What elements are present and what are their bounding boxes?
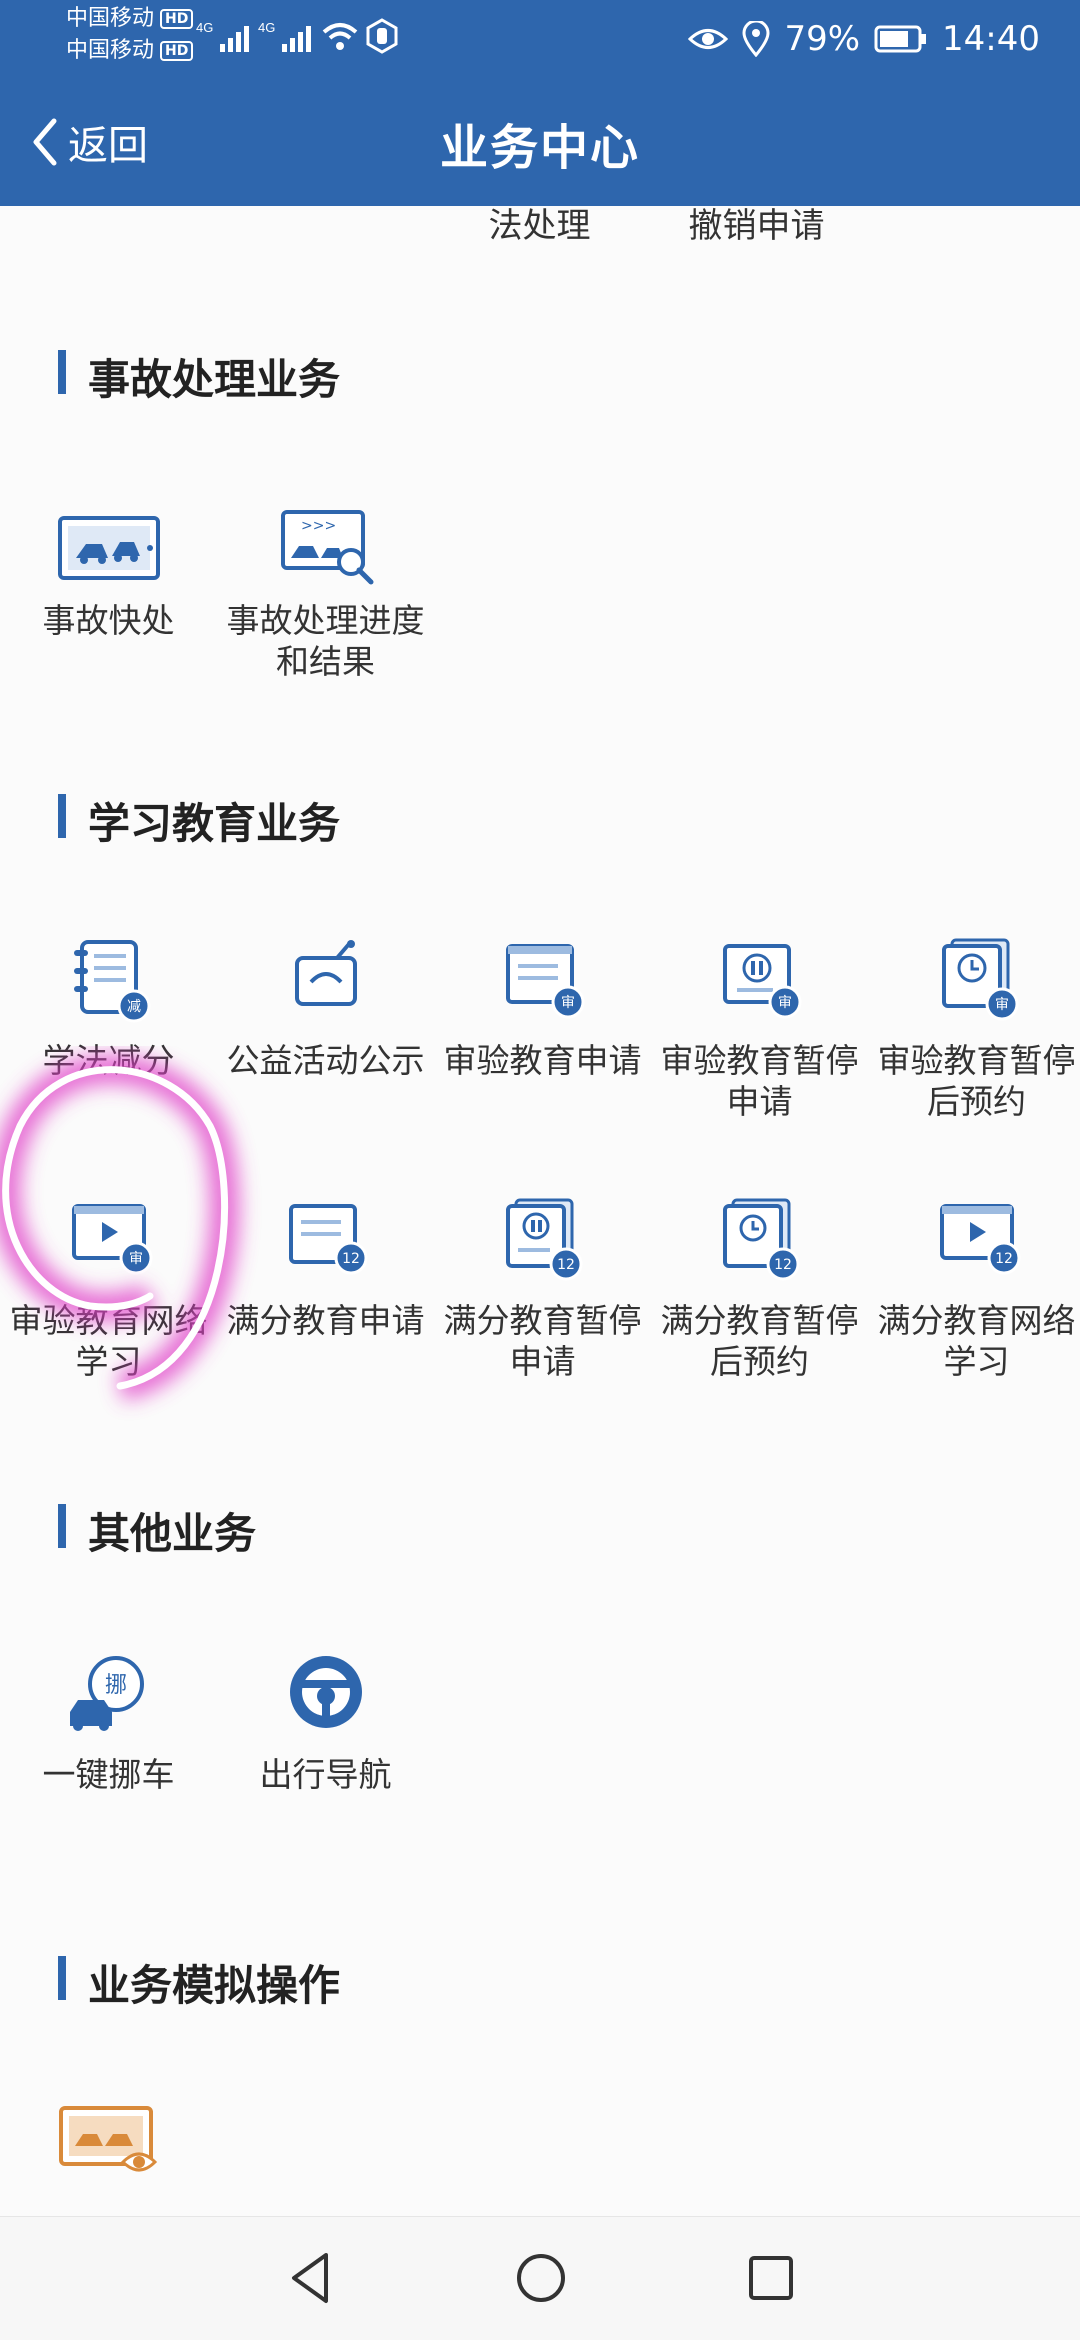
service-item-label: 公益活动公示 <box>226 1041 425 1080</box>
cut-item-label[interactable]: 法处理 <box>431 206 648 247</box>
status-bar: 中国移动 HD 中国移动 HD 4G 4G 79% 14:40 <box>0 0 1080 78</box>
service-item-label: 满分教育申请 <box>226 1301 425 1340</box>
service-item-full-score-pause[interactable]: 12 满分教育暂停申请 <box>434 1196 651 1382</box>
review-edu-pause-icon: 审 <box>722 944 801 1019</box>
public-welfare-icon <box>294 940 357 1006</box>
wifi-icon <box>322 23 358 50</box>
service-item-navigation[interactable]: 出行导航 <box>217 1650 434 1795</box>
clock: 14:40 <box>942 19 1040 59</box>
service-item-full-score-appointment[interactable]: 12 满分教育暂停后预约 <box>651 1196 868 1382</box>
service-item-accident-quick[interactable]: 事故快处 <box>0 506 217 641</box>
service-item-label: 学法减分 <box>42 1041 175 1080</box>
navigation-icon <box>289 1656 362 1728</box>
signal-icon: 4G <box>258 20 311 52</box>
service-item-study-reduce[interactable]: 减 学法减分 <box>0 936 217 1081</box>
study-reduce-icon: 减 <box>73 940 150 1023</box>
service-item-review-edu-appointment[interactable]: 审 审验教育暂停后预约 <box>868 936 1080 1122</box>
service-item-public-welfare[interactable]: 公益活动公示 <box>217 936 434 1081</box>
svg-text:4G: 4G <box>196 20 213 35</box>
service-item-label: 事故快处 <box>42 601 175 640</box>
svg-text:12: 12 <box>774 1257 792 1273</box>
carrier-1: 中国移动 HD <box>66 6 194 32</box>
recents-square-icon[interactable] <box>746 2251 796 2305</box>
svg-text:12: 12 <box>995 1251 1013 1267</box>
svg-text:12: 12 <box>557 1257 575 1273</box>
svg-text:>>>: >>> <box>301 518 336 534</box>
service-item-full-score-online[interactable]: 12 满分教育网络学习 <box>868 1196 1080 1382</box>
battery-icon <box>874 25 927 53</box>
section-title-study: 学习教育业务 <box>58 790 340 851</box>
svg-text:审: 审 <box>778 995 792 1011</box>
service-item-full-score-apply[interactable]: 12 满分教育申请 <box>217 1196 434 1341</box>
svg-text:4G: 4G <box>258 20 275 35</box>
nav-bar: 返回 业务中心 <box>0 78 1080 206</box>
service-item-accident-progress[interactable]: >>> 事故处理进度和结果 <box>217 506 434 682</box>
review-edu-online-icon: 审 <box>71 1204 152 1275</box>
content-scroll[interactable]: 法处理 撤销申请 事故处理业务 事故快处 >>> 事故处理进度和结果 学习教育业… <box>0 206 1080 2216</box>
home-circle-icon[interactable] <box>514 2251 568 2305</box>
svg-text:减: 减 <box>127 999 141 1015</box>
page-title: 业务中心 <box>439 120 640 176</box>
system-nav-bar <box>0 2216 1080 2340</box>
service-item-label: 事故处理进度和结果 <box>226 601 425 681</box>
full-score-online-icon: 12 <box>939 1204 1020 1275</box>
service-item-label: 满分教育网络学习 <box>877 1301 1076 1381</box>
move-car-icon: 挪 <box>69 1656 144 1731</box>
service-item-move-car[interactable]: 挪 一键挪车 <box>0 1650 217 1795</box>
svg-text:审: 审 <box>995 997 1009 1013</box>
battery-percent: 79% <box>784 19 861 59</box>
service-item-label: 审验教育暂停申请 <box>660 1041 859 1121</box>
service-item-review-edu-apply[interactable]: 审 审验教育申请 <box>434 936 651 1081</box>
service-item-label: 出行导航 <box>259 1755 392 1794</box>
service-item-review-edu-pause[interactable]: 审 审验教育暂停申请 <box>651 936 868 1122</box>
eye-icon <box>688 29 729 49</box>
full-score-apply-icon: 12 <box>288 1204 367 1275</box>
section-title-simulation: 业务模拟操作 <box>58 1952 340 2013</box>
signal-icon: 4G <box>196 20 249 52</box>
service-item-label: 审验教育网络学习 <box>9 1301 208 1381</box>
cut-item-label[interactable]: 撤销申请 <box>648 206 865 247</box>
full-score-pause-icon: 12 <box>505 1198 582 1281</box>
accident-quick-icon <box>57 516 160 580</box>
service-item-label: 一键挪车 <box>42 1755 175 1794</box>
svg-text:挪: 挪 <box>104 1673 126 1698</box>
service-item-label: 满分教育暂停申请 <box>443 1301 642 1381</box>
service-item-review-edu-online[interactable]: 审 审验教育网络学习 <box>0 1196 217 1382</box>
accident-progress-icon: >>> <box>280 510 373 585</box>
status-right: 79% 14:40 <box>688 16 1040 62</box>
review-edu-appointment-icon: 审 <box>941 938 1018 1021</box>
service-item-label: 满分教育暂停后预约 <box>660 1301 859 1381</box>
service-item-label: 审验教育申请 <box>443 1041 642 1080</box>
back-triangle-icon[interactable] <box>286 2251 334 2305</box>
carrier-2: 中国移动 HD <box>66 38 194 64</box>
service-item-simulation[interactable] <box>0 2096 217 2200</box>
section-title-accident: 事故处理业务 <box>58 346 340 407</box>
hand-icon <box>366 18 398 54</box>
section-title-other: 其他业务 <box>58 1500 256 1561</box>
review-edu-apply-icon: 审 <box>505 944 584 1019</box>
svg-text:审: 审 <box>129 1251 143 1267</box>
location-icon <box>742 21 770 57</box>
svg-text:12: 12 <box>342 1251 360 1267</box>
simulation-icon <box>58 2106 157 2172</box>
full-score-appointment-icon: 12 <box>722 1198 799 1281</box>
svg-text:审: 审 <box>561 995 575 1011</box>
service-item-label: 审验教育暂停后预约 <box>877 1041 1076 1121</box>
